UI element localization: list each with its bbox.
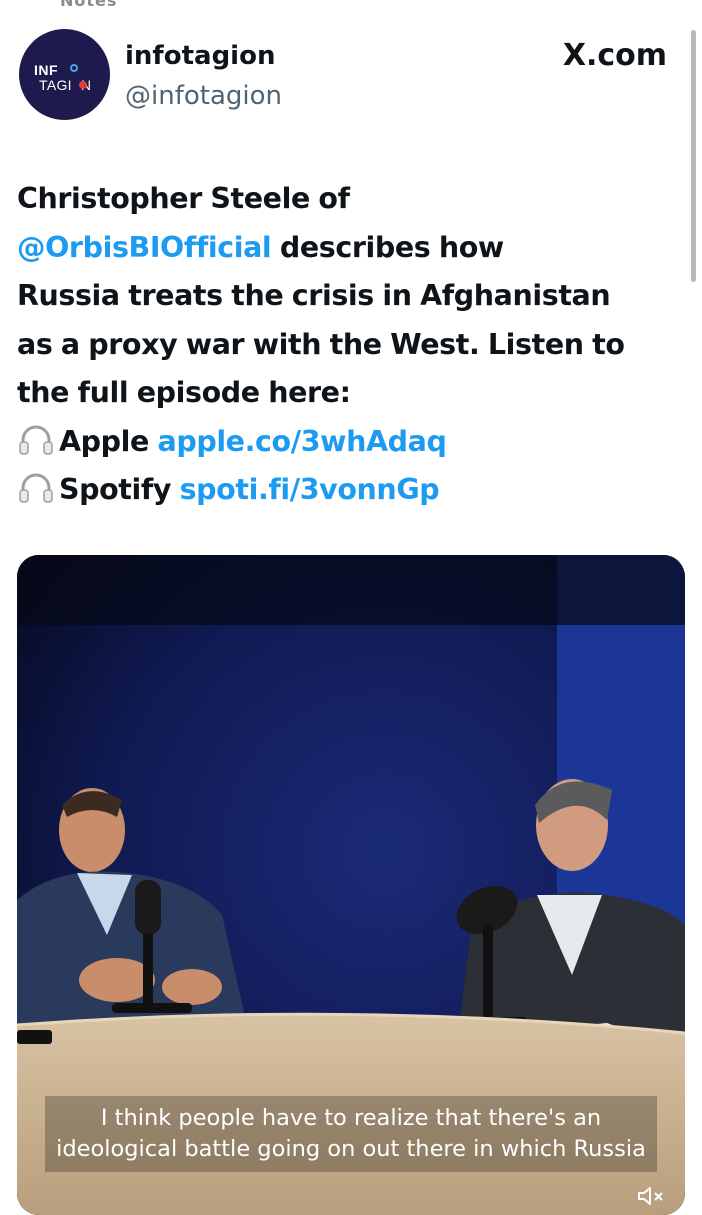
avatar-logo-virus-dot — [79, 81, 87, 89]
caption-line-2: ideological battle going on out there in… — [56, 1136, 646, 1162]
tweet-line-1: Christopher Steele of — [17, 182, 350, 215]
caption-line-1: I think people have to realize that ther… — [100, 1105, 602, 1131]
mention-link[interactable]: @OrbisBIOfficial — [17, 231, 272, 264]
tweet-line-3: Russia treats the crisis in Afghanistan — [17, 279, 611, 312]
previous-item-fragment: Notes — [60, 0, 118, 10]
tweet-text: Christopher Steele of @OrbisBIOfficial d… — [17, 175, 687, 515]
apple-line: Apple apple.co/3whAdaq — [17, 418, 687, 467]
speaker-muted-icon[interactable] — [635, 1184, 667, 1208]
tweet-line-2: @OrbisBIOfficial describes how — [17, 230, 504, 264]
video-player[interactable]: I think people have to realize that ther… — [17, 555, 685, 1215]
avatar-logo-dot — [70, 64, 78, 72]
tweet-line-4: as a proxy war with the West. Listen to — [17, 327, 625, 361]
author-handle[interactable]: @infotagion — [125, 80, 282, 112]
tweet-line-5: the full episode here: — [17, 376, 351, 409]
avatar[interactable]: INF TAGIN — [19, 29, 110, 120]
source-label[interactable]: X.com — [563, 38, 667, 74]
headphones-icon — [19, 473, 53, 503]
scrollbar[interactable] — [691, 30, 696, 282]
spotify-link[interactable]: spoti.fi/3vonnGp — [180, 473, 440, 506]
author-display-name[interactable]: infotagion — [125, 40, 275, 72]
apple-link[interactable]: apple.co/3whAdaq — [157, 425, 446, 458]
headphones-icon — [19, 425, 53, 455]
avatar-logo-text: INF — [34, 62, 59, 78]
video-caption: I think people have to realize that ther… — [17, 1103, 685, 1165]
spotify-line: Spotify spoti.fi/3vonnGp — [17, 466, 687, 515]
